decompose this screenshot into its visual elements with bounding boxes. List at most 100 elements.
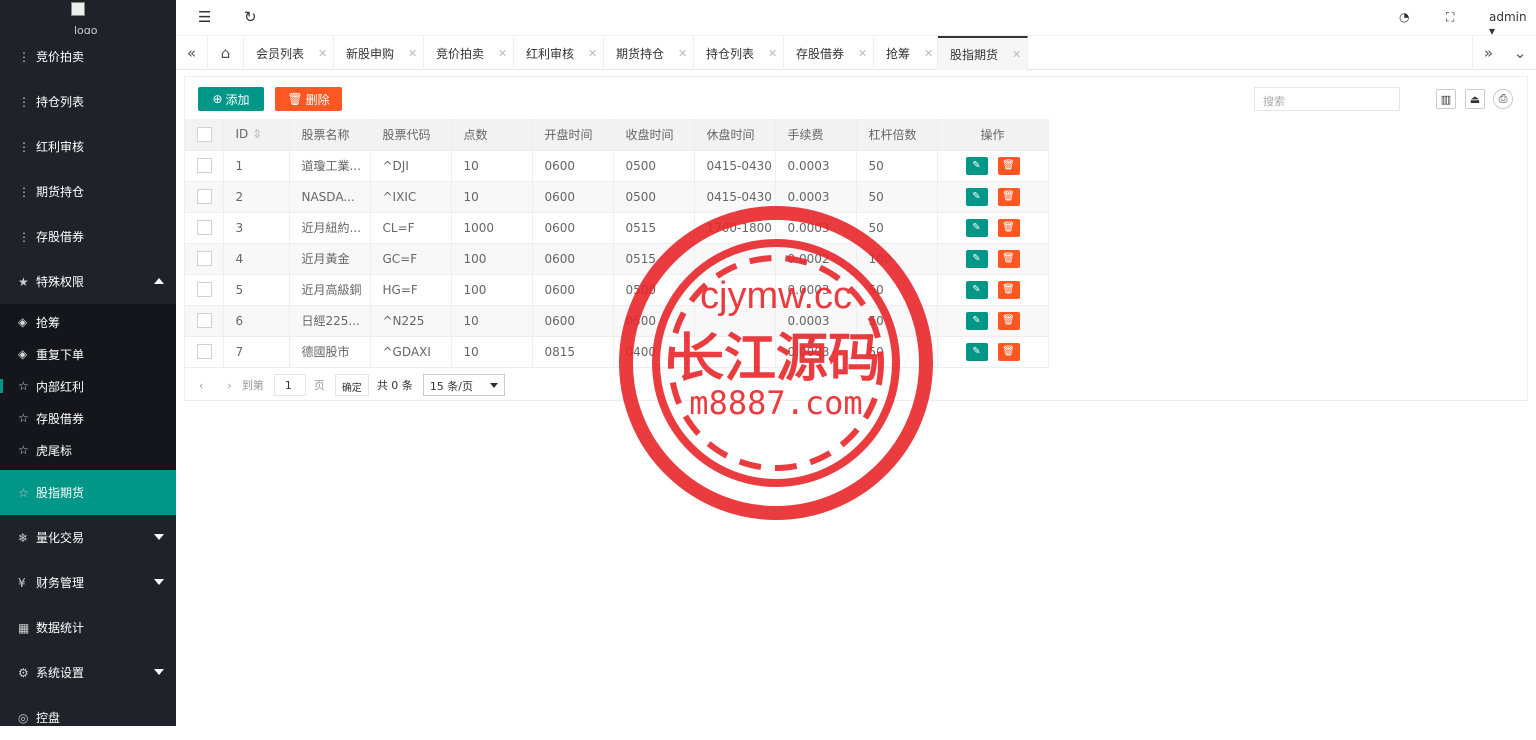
sidebar-item-label: 财务管理 <box>36 576 85 590</box>
row-checkbox[interactable] <box>185 243 224 275</box>
sidebar-item[interactable]: ❄ 量化交易 <box>0 515 176 560</box>
edit-button[interactable]: ✎ <box>965 249 988 268</box>
row-checkbox[interactable] <box>185 212 224 244</box>
delete-row-button[interactable]: 🗑 <box>997 311 1020 330</box>
tab-item[interactable]: 红利审核 ✕ <box>514 36 604 70</box>
next-page-icon[interactable]: › <box>227 379 231 392</box>
sidebar-item[interactable]: ⋮ 存股借券 <box>0 214 176 259</box>
sidebar-group-special[interactable]: ★ 特殊权限 <box>0 259 176 304</box>
table-cell: 道瓊工業... <box>289 150 371 182</box>
sort-icon[interactable]: ⇕ <box>248 127 262 141</box>
close-icon[interactable]: ✕ <box>924 47 933 60</box>
sidebar-subitem[interactable]: ◈ 重复下单 <box>0 338 176 370</box>
palette-icon[interactable]: ◔ <box>1399 10 1409 24</box>
row-checkbox[interactable] <box>185 150 224 182</box>
table-cell: 0600 <box>532 274 614 306</box>
table-cell: HG=F <box>370 274 452 306</box>
tab-item[interactable]: 竞价拍卖 ✕ <box>424 36 514 70</box>
edit-button[interactable]: ✎ <box>965 342 988 361</box>
table-row: 1 道瓊工業... ^DJI 10 0600 0500 0415-0430 0.0003 50 ✎… <box>185 150 1049 182</box>
gear-icon: ⚙ <box>18 665 29 680</box>
delete-row-button[interactable]: 🗑 <box>997 156 1020 175</box>
delete-row-button[interactable]: 🗑 <box>997 187 1020 206</box>
delete-button[interactable]: 🗑 删除 <box>275 87 342 111</box>
tab-item[interactable]: 新股申购 ✕ <box>334 36 424 70</box>
tabs-menu-icon[interactable]: ⌄ <box>1504 36 1536 70</box>
close-icon[interactable]: ✕ <box>498 47 507 60</box>
close-icon[interactable]: ✕ <box>318 47 327 60</box>
tab-item[interactable]: 股指期货 ✕ <box>938 36 1028 70</box>
sidebar-item[interactable]: ◎ 控盘 <box>0 695 176 740</box>
user-menu[interactable]: admin ▾ <box>1489 10 1536 38</box>
edit-button[interactable]: ✎ <box>965 280 988 299</box>
fullscreen-icon[interactable]: ⛶ <box>1446 10 1454 25</box>
menu-collapse-icon[interactable]: ☰ <box>198 8 211 26</box>
sidebar-item-active[interactable]: ☆ 股指期货 <box>0 470 176 515</box>
edit-button[interactable]: ✎ <box>965 311 988 330</box>
confirm-button[interactable]: 确定 <box>334 374 369 396</box>
columns-icon[interactable]: ▥ <box>1436 89 1456 109</box>
close-icon[interactable]: ✕ <box>678 47 687 60</box>
tab-label: 持仓列表 <box>706 46 755 61</box>
close-icon[interactable]: ✕ <box>408 47 417 60</box>
tab-item[interactable]: 会员列表 ✕ <box>244 36 334 70</box>
sidebar-submenu: ◈ 抢筹 ◈ 重复下单 ☆ 内部红利 ☆ 存股借券 ☆ 虎尾标 <box>0 304 176 470</box>
sidebar-item[interactable]: ¥ 财务管理 <box>0 560 176 605</box>
page-input[interactable]: 1 <box>273 374 306 396</box>
kebab-icon: ⋮ <box>18 184 30 199</box>
sidebar-item[interactable]: ▦ 数据统计 <box>0 605 176 650</box>
caret-up-icon <box>154 278 164 284</box>
sidebar-subitem[interactable]: ☆ 虎尾标 <box>0 434 176 466</box>
delete-row-button[interactable]: 🗑 <box>997 342 1020 361</box>
tab-label: 期货持仓 <box>616 46 665 61</box>
sidebar-subitem[interactable]: ☆ 内部红利 <box>0 370 176 402</box>
table-cell: 10 <box>451 336 533 368</box>
table-cell: 0600 <box>532 212 614 244</box>
sidebar-item[interactable]: ⋮ 期货持仓 <box>0 169 176 214</box>
close-icon[interactable]: ✕ <box>768 47 777 60</box>
close-icon[interactable]: ✕ <box>588 47 597 60</box>
row-checkbox[interactable] <box>185 181 224 213</box>
tab-item[interactable]: 存股借券 ✕ <box>784 36 874 70</box>
edit-button[interactable]: ✎ <box>965 187 988 206</box>
row-checkbox[interactable] <box>185 305 224 337</box>
sidebar-item[interactable]: ⋮ 持仓列表 <box>0 79 176 124</box>
export-icon[interactable]: ⏏ <box>1465 89 1485 109</box>
tabs-right-icon[interactable]: » <box>1472 36 1504 70</box>
sidebar-subitem[interactable]: ◈ 抢筹 <box>0 306 176 338</box>
tab-item[interactable]: 持仓列表 ✕ <box>694 36 784 70</box>
delete-row-button[interactable]: 🗑 <box>997 280 1020 299</box>
home-icon[interactable]: ⌂ <box>208 36 244 70</box>
column-header: 休盘时间 <box>694 119 776 151</box>
sidebar-item[interactable]: ⋮ 竞价拍卖 <box>0 34 176 79</box>
calendar-icon: ▦ <box>18 620 30 635</box>
table-cell: 德國股市 <box>289 336 371 368</box>
sidebar-item[interactable]: ⚙ 系统设置 <box>0 650 176 695</box>
column-header: 股票名称 <box>289 119 371 151</box>
select-all-checkbox[interactable] <box>185 119 224 151</box>
per-page-select[interactable]: 15 条/页 <box>422 374 505 396</box>
delete-row-button[interactable]: 🗑 <box>997 218 1020 237</box>
column-header-label: 股票代码 <box>382 127 431 142</box>
table-cell: 0500 <box>613 150 695 182</box>
row-checkbox[interactable] <box>185 336 224 368</box>
tabs-left-icon[interactable]: « <box>176 36 208 70</box>
sidebar-subitem-label: 存股借券 <box>36 411 85 426</box>
edit-button[interactable]: ✎ <box>965 218 988 237</box>
delete-row-button[interactable]: 🗑 <box>997 249 1020 268</box>
tab-item[interactable]: 抢筹 ✕ <box>874 36 938 70</box>
table-cell: 日經225... <box>289 305 371 337</box>
table-cell: 100 <box>451 274 533 306</box>
print-icon[interactable]: ⎙ <box>1493 89 1513 109</box>
refresh-icon[interactable]: ↻ <box>244 8 257 26</box>
close-icon[interactable]: ✕ <box>858 47 867 60</box>
sidebar-subitem[interactable]: ☆ 存股借券 <box>0 402 176 434</box>
edit-button[interactable]: ✎ <box>965 156 988 175</box>
search-input[interactable]: 搜索 <box>1254 87 1400 111</box>
prev-page-icon[interactable]: ‹ <box>199 379 203 392</box>
close-icon[interactable]: ✕ <box>1012 48 1021 61</box>
row-checkbox[interactable] <box>185 274 224 306</box>
add-button[interactable]: ⊕ 添加 <box>198 87 264 111</box>
sidebar-item[interactable]: ⋮ 红利审核 <box>0 124 176 169</box>
tab-item[interactable]: 期货持仓 ✕ <box>604 36 694 70</box>
